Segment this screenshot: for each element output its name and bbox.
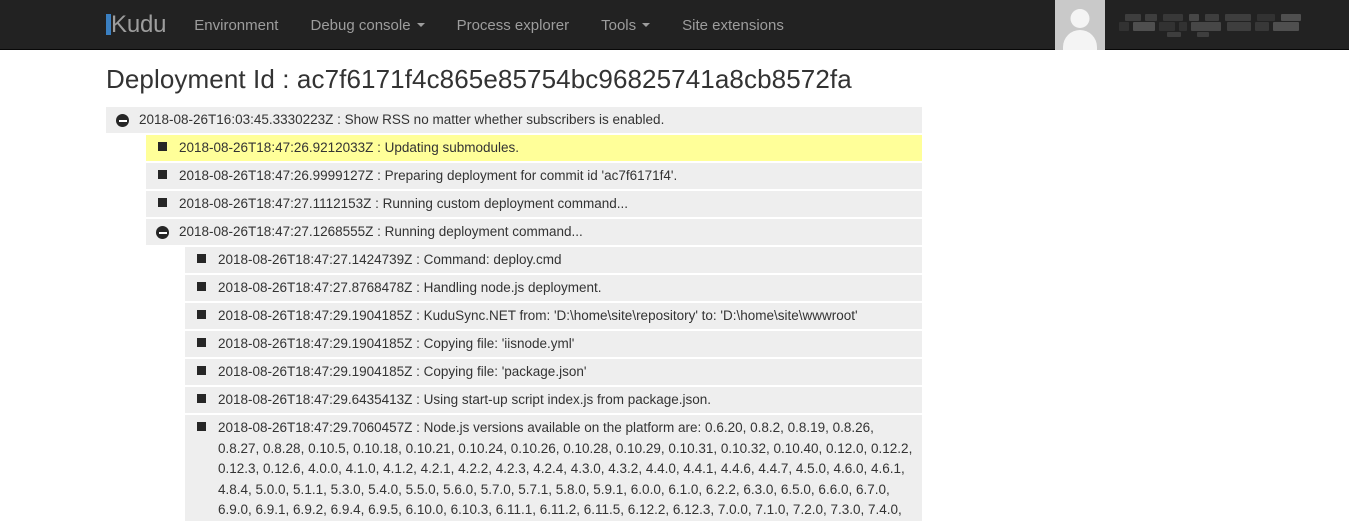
deployment-log-tree: 2018-08-26T16:03:45.3330223Z : Show RSS … [106, 107, 922, 521]
leaf-square-icon [195, 366, 208, 376]
leaf-square-icon [195, 282, 208, 292]
nav-item-environment-label: Environment [194, 16, 279, 34]
redaction-block [1189, 14, 1199, 21]
redaction-block [1205, 14, 1219, 21]
log-tree-row[interactable]: 2018-08-26T18:47:27.1268555Z : Running d… [146, 219, 922, 246]
leaf-square-icon-glyph [197, 422, 206, 432]
user-avatar-placeholder-icon[interactable] [1055, 0, 1105, 50]
leaf-square-icon [195, 338, 208, 348]
kudu-logo-mark: Kudu [106, 11, 166, 39]
log-tree-row[interactable]: 2018-08-26T18:47:26.9212033Z : Updating … [146, 135, 922, 162]
leaf-square-icon [195, 394, 208, 404]
redaction-block [1255, 22, 1269, 31]
redaction-block [1257, 14, 1275, 21]
avatar-body-shape [1063, 30, 1097, 50]
log-tree-row[interactable]: 2018-08-26T18:47:29.1904185Z : KuduSync.… [185, 303, 922, 330]
log-entry-text: 2018-08-26T16:03:45.3330223Z : Show RSS … [139, 112, 665, 128]
collapse-icon-glyph [156, 226, 169, 240]
leaf-square-icon-glyph [197, 366, 206, 376]
leaf-square-icon [156, 198, 169, 208]
leaf-square-icon-glyph [197, 254, 206, 264]
log-entry-text: 2018-08-26T18:47:29.1904185Z : Copying f… [218, 364, 587, 380]
log-entry-text: 2018-08-26T18:47:27.1112153Z : Running c… [179, 196, 629, 212]
collapse-icon[interactable] [116, 114, 129, 128]
navbar-user-area[interactable] [1055, 0, 1349, 50]
navbar-left-spacer [0, 0, 100, 49]
nav-item-site-extensions-label: Site extensions [682, 16, 784, 34]
log-tree-row[interactable]: 2018-08-26T18:47:27.8768478Z : Handling … [185, 275, 922, 302]
leaf-square-icon [156, 170, 169, 180]
leaf-square-icon [195, 310, 208, 320]
username-redacted [1119, 13, 1304, 37]
leaf-square-icon-glyph [158, 142, 167, 152]
log-tree-row[interactable]: 2018-08-26T18:47:27.1424739Z : Command: … [185, 247, 922, 274]
kudu-logo-text: udu [126, 11, 167, 38]
redaction-block [1225, 14, 1251, 21]
chevron-down-icon [642, 23, 651, 27]
redaction-block [1163, 14, 1183, 21]
log-entry-text: 2018-08-26T18:47:29.7060457Z : Node.js v… [218, 420, 913, 518]
redaction-block [1273, 22, 1299, 31]
navbar-menu: Environment Debug console Process explor… [178, 0, 800, 49]
leaf-square-icon-glyph [158, 170, 167, 180]
nav-item-tools[interactable]: Tools [585, 0, 666, 50]
log-entry-text: 2018-08-26T18:47:27.8768478Z : Handling … [218, 280, 602, 296]
redaction-block [1145, 14, 1157, 21]
log-entry-text: 2018-08-26T18:47:26.9212033Z : Updating … [179, 140, 519, 156]
kudu-logo-accent-bar [106, 13, 111, 35]
collapse-icon-glyph [116, 114, 129, 128]
top-navbar: Kudu Environment Debug console Process e… [0, 0, 1349, 50]
redaction-block [1281, 14, 1301, 21]
log-entry-text: 2018-08-26T18:47:29.1904185Z : Copying f… [218, 336, 575, 352]
log-entry-text: 2018-08-26T18:47:29.6435413Z : Using sta… [218, 392, 712, 408]
leaf-square-icon-glyph [158, 198, 167, 208]
redaction-block [1167, 32, 1181, 37]
log-entry-text: 2018-08-26T18:47:27.1424739Z : Command: … [218, 252, 562, 268]
redaction-block [1191, 22, 1221, 31]
redaction-block [1179, 22, 1187, 31]
nav-item-process-explorer[interactable]: Process explorer [441, 0, 586, 50]
avatar-head-shape [1070, 9, 1090, 28]
kudu-logo[interactable]: Kudu [100, 0, 178, 50]
leaf-square-icon-glyph [197, 338, 206, 348]
nav-item-debug-console-label: Debug console [310, 16, 411, 34]
log-tree-row[interactable]: 2018-08-26T18:47:29.1904185Z : Copying f… [185, 331, 922, 358]
redaction-block [1125, 14, 1141, 21]
chevron-down-icon [416, 23, 425, 27]
redaction-block [1133, 22, 1155, 31]
nav-item-debug-console[interactable]: Debug console [294, 0, 440, 50]
nav-item-tools-label: Tools [601, 16, 637, 34]
leaf-square-icon [195, 254, 208, 264]
redaction-block [1227, 22, 1251, 31]
log-entry-text: 2018-08-26T18:47:26.9999127Z : Preparing… [179, 168, 678, 184]
leaf-square-icon-glyph [197, 310, 206, 320]
redaction-block [1159, 22, 1175, 31]
page-title: Deployment Id : ac7f6171f4c865e85754bc96… [106, 64, 852, 94]
log-tree-row[interactable]: 2018-08-26T18:47:27.1112153Z : Running c… [146, 191, 922, 218]
collapse-icon[interactable] [156, 226, 169, 240]
nav-item-process-explorer-label: Process explorer [456, 16, 570, 34]
nav-item-environment[interactable]: Environment [178, 0, 294, 50]
log-entry-text: 2018-08-26T18:47:27.1268555Z : Running d… [179, 224, 583, 240]
log-tree-row[interactable]: 2018-08-26T16:03:45.3330223Z : Show RSS … [106, 107, 922, 134]
leaf-square-icon [195, 422, 208, 432]
redaction-block [1197, 32, 1209, 37]
kudu-logo-letter-k: K [111, 11, 127, 38]
log-tree-row[interactable]: 2018-08-26T18:47:29.1904185Z : Copying f… [185, 359, 922, 386]
leaf-square-icon-glyph [197, 282, 206, 292]
leaf-square-icon [156, 142, 169, 152]
redaction-block [1119, 22, 1129, 31]
nav-item-site-extensions[interactable]: Site extensions [666, 0, 800, 50]
page-content: Deployment Id : ac7f6171f4c865e85754bc96… [0, 64, 1349, 521]
log-tree-row[interactable]: 2018-08-26T18:47:29.7060457Z : Node.js v… [185, 415, 922, 521]
log-tree-row[interactable]: 2018-08-26T18:47:29.6435413Z : Using sta… [185, 387, 922, 414]
log-entry-text: 2018-08-26T18:47:29.1904185Z : KuduSync.… [218, 308, 858, 324]
log-tree-row[interactable]: 2018-08-26T18:47:26.9999127Z : Preparing… [146, 163, 922, 190]
leaf-square-icon-glyph [197, 394, 206, 404]
